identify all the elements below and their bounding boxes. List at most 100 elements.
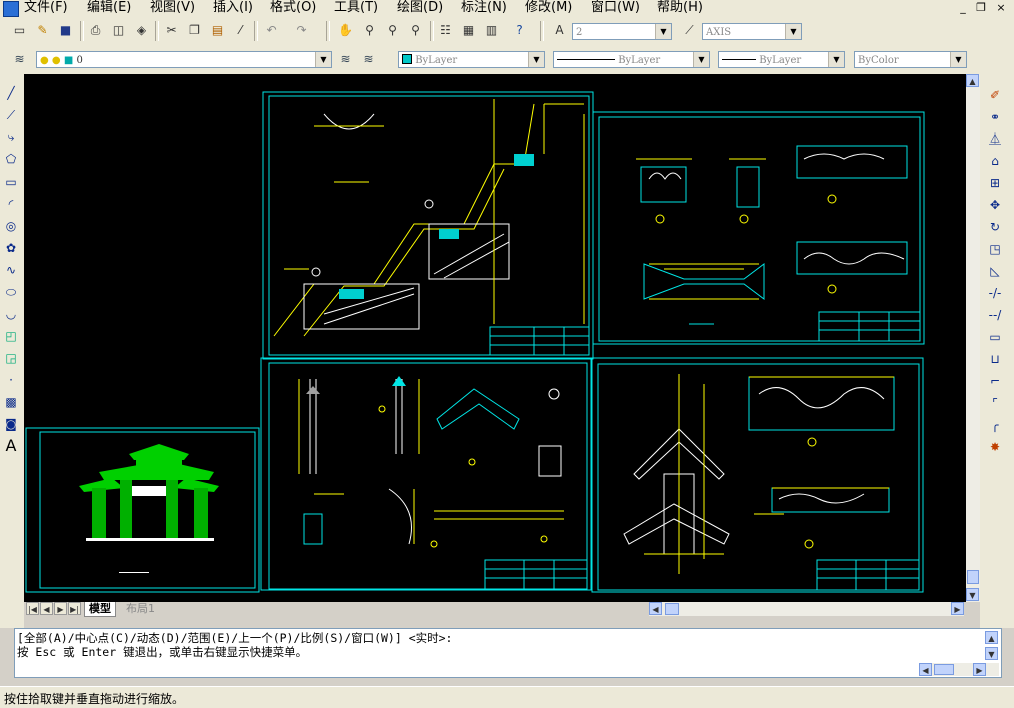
menu-window[interactable]: 窗口(W): [591, 0, 640, 16]
tab-layout1[interactable]: 布局1: [122, 602, 159, 616]
color-combo[interactable]: ByLayer ▼: [398, 51, 545, 68]
plotstyle-combo[interactable]: ByColor ▼: [854, 51, 967, 68]
matchprop-icon[interactable]: ⁄: [231, 21, 250, 40]
explode-icon[interactable]: ✸: [986, 438, 1004, 456]
app-icon[interactable]: [3, 1, 19, 17]
cmd-scroll-down-icon[interactable]: ▼: [985, 647, 998, 660]
designcenter-icon[interactable]: ▦: [459, 21, 478, 40]
fillet-icon[interactable]: ╭: [986, 416, 1004, 434]
make-block-icon[interactable]: ◲: [2, 349, 20, 367]
chamfer-icon[interactable]: ⌜: [986, 394, 1004, 412]
open-icon[interactable]: ✎: [33, 21, 52, 40]
menu-view[interactable]: 视图(V): [150, 0, 195, 16]
chevron-down-icon[interactable]: ▼: [693, 52, 709, 67]
horizontal-scroll-thumb[interactable]: [665, 603, 679, 615]
layer-manager-icon[interactable]: ≋: [10, 50, 29, 69]
pan-icon[interactable]: ✋: [336, 21, 355, 40]
layer-combo[interactable]: ● ● ■ 0 ▼: [36, 51, 332, 68]
prev-tab-icon[interactable]: ◀: [40, 602, 53, 615]
region-icon[interactable]: ◙: [2, 415, 20, 433]
text-style-combo[interactable]: 2 ▼: [572, 23, 672, 40]
offset-icon[interactable]: ⌂: [986, 152, 1004, 170]
cmd-scroll-right-icon[interactable]: ▶: [973, 663, 986, 676]
print-icon[interactable]: ⎙: [86, 21, 105, 40]
menu-tools[interactable]: 工具(T): [334, 0, 378, 16]
arc-icon[interactable]: ◜: [2, 195, 20, 213]
restore-icon[interactable]: ❐: [973, 1, 989, 15]
redo-icon[interactable]: ↷: [292, 21, 311, 40]
revcloud-icon[interactable]: ✿: [2, 239, 20, 257]
chevron-down-icon[interactable]: ▼: [785, 24, 801, 39]
layer-previous-icon[interactable]: ≋: [359, 50, 378, 69]
undo-icon[interactable]: ↶: [262, 21, 281, 40]
first-tab-icon[interactable]: |◀: [26, 602, 39, 615]
make-current-icon[interactable]: ≋: [336, 50, 355, 69]
chevron-down-icon[interactable]: ▼: [655, 24, 671, 39]
cmd-scroll-up-icon[interactable]: ▲: [985, 631, 998, 644]
new-icon[interactable]: ▭: [10, 21, 29, 40]
trim-icon[interactable]: -/-: [986, 284, 1004, 302]
join-icon[interactable]: ⌐: [986, 372, 1004, 390]
spline-icon[interactable]: ∿: [2, 261, 20, 279]
move-icon[interactable]: ✥: [986, 196, 1004, 214]
menu-draw[interactable]: 绘图(D): [397, 0, 443, 16]
close-icon[interactable]: ×: [993, 1, 1009, 15]
help-icon[interactable]: ?: [510, 21, 529, 40]
tab-model[interactable]: 模型: [84, 602, 116, 617]
xline-icon[interactable]: ⟋: [2, 106, 20, 124]
scroll-up-icon[interactable]: ▲: [966, 74, 979, 87]
break-icon[interactable]: ⊔: [986, 350, 1004, 368]
zoom-realtime-icon[interactable]: ⚲: [360, 21, 379, 40]
menu-dimension[interactable]: 标注(N): [461, 0, 507, 16]
toolpalette-icon[interactable]: ▥: [482, 21, 501, 40]
rectangle-icon[interactable]: ▭: [2, 173, 20, 191]
linetype-combo[interactable]: ByLayer ▼: [553, 51, 710, 68]
rotate-icon[interactable]: ↻: [986, 218, 1004, 236]
copy-object-icon[interactable]: ⚭: [986, 108, 1004, 126]
next-tab-icon[interactable]: ▶: [54, 602, 67, 615]
dim-style-combo[interactable]: AXIS ▼: [702, 23, 802, 40]
menu-format[interactable]: 格式(O): [270, 0, 316, 16]
line-icon[interactable]: ╱: [2, 84, 20, 102]
command-window[interactable]: [全部(A)/中心点(C)/动态(D)/范围(E)/上一个(P)/比例(S)/窗…: [14, 628, 1002, 678]
cut-icon[interactable]: ✂: [162, 21, 181, 40]
drawing-canvas[interactable]: [24, 74, 966, 602]
vertical-scrollbar[interactable]: ▲ ▼: [966, 74, 980, 602]
lineweight-combo[interactable]: ByLayer ▼: [718, 51, 845, 68]
menu-insert[interactable]: 插入(I): [213, 0, 253, 16]
circle-icon[interactable]: ◎: [2, 217, 20, 235]
paste-icon[interactable]: ▤: [208, 21, 227, 40]
chevron-down-icon[interactable]: ▼: [315, 52, 331, 67]
publish-icon[interactable]: ◈: [132, 21, 151, 40]
menu-modify[interactable]: 修改(M): [525, 0, 572, 16]
break-at-point-icon[interactable]: ▭: [986, 328, 1004, 346]
chevron-down-icon[interactable]: ▼: [528, 52, 544, 67]
stretch-icon[interactable]: ◺: [986, 262, 1004, 280]
cmd-hscrollbar[interactable]: ◀ ▶: [919, 663, 999, 676]
mirror-icon[interactable]: ⏅: [986, 130, 1004, 148]
scroll-down-icon[interactable]: ▼: [966, 588, 979, 601]
cmd-scroll-left-icon[interactable]: ◀: [919, 663, 932, 676]
scale-icon[interactable]: ◳: [986, 240, 1004, 258]
zoom-previous-icon[interactable]: ⚲: [406, 21, 425, 40]
menu-file[interactable]: 文件(F): [24, 0, 68, 16]
last-tab-icon[interactable]: ▶|: [68, 602, 81, 615]
copy-icon[interactable]: ❐: [185, 21, 204, 40]
chevron-down-icon[interactable]: ▼: [950, 52, 966, 67]
polyline-icon[interactable]: ⤷: [2, 128, 20, 146]
ellipse-icon[interactable]: ⬭: [2, 283, 20, 301]
ellipse-arc-icon[interactable]: ◡: [2, 305, 20, 323]
dim-style-icon[interactable]: ⟋: [680, 21, 699, 40]
polygon-icon[interactable]: ⬠: [2, 150, 20, 168]
scroll-left-icon[interactable]: ◀: [649, 602, 662, 615]
scroll-right-icon[interactable]: ▶: [951, 602, 964, 615]
point-icon[interactable]: ·: [2, 371, 20, 389]
cmd-hscroll-thumb[interactable]: [934, 664, 954, 675]
menu-help[interactable]: 帮助(H): [657, 0, 703, 16]
hatch-icon[interactable]: ▩: [2, 393, 20, 411]
chevron-down-icon[interactable]: ▼: [828, 52, 844, 67]
properties-icon[interactable]: ☷: [436, 21, 455, 40]
insert-block-icon[interactable]: ◰: [2, 327, 20, 345]
preview-icon[interactable]: ◫: [109, 21, 128, 40]
menu-edit[interactable]: 编辑(E): [87, 0, 131, 16]
